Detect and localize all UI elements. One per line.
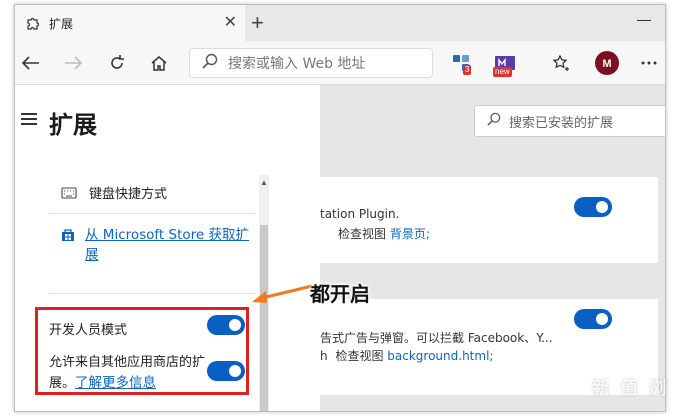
toolbar: 搜索或输入 Web 地址 3 new M <box>15 41 665 85</box>
more-icon[interactable] <box>639 53 659 73</box>
highlight-box <box>35 307 249 395</box>
search-icon <box>202 53 218 74</box>
extension-icon[interactable]: 3 <box>451 53 472 75</box>
extension-toggle[interactable] <box>574 197 612 217</box>
extensions-main: 搜索已安装的扩展 tation Plugin. 检查视图 背景页; 告式广告与弹… <box>320 85 665 411</box>
search-icon <box>487 112 501 131</box>
divider <box>49 293 255 294</box>
svg-text:M: M <box>602 58 611 70</box>
extension-description: 告式广告与弹窗。可以拦截 Facebook、Y... <box>320 331 553 345</box>
new-tab-button[interactable]: + <box>251 12 264 34</box>
favorites-icon[interactable] <box>551 53 571 73</box>
inspect-label: 检查视图 <box>338 227 387 241</box>
back-arrow-icon[interactable] <box>21 53 41 73</box>
tab-strip: 扩展 ✕ + <box>15 5 665 41</box>
annotation-label: 都开启 <box>310 282 370 306</box>
avatar[interactable]: M <box>595 51 619 75</box>
address-bar[interactable]: 搜索或输入 Web 地址 <box>189 48 433 78</box>
background-html-link[interactable]: background.html; <box>387 349 493 363</box>
sidebar-item-microsoft-store[interactable]: 从 Microsoft Store 获取扩展 <box>61 225 251 265</box>
monitor-extension-icon[interactable]: new <box>493 53 517 77</box>
hamburger-menu-icon[interactable] <box>21 113 37 125</box>
puzzle-icon <box>25 15 41 31</box>
extension-card: tation Plugin. 检查视图 背景页; <box>320 177 658 263</box>
minimize-button[interactable] <box>637 7 651 21</box>
inspect-views: 检查视图 背景页; <box>338 225 430 242</box>
inspect-label: 检查视图 <box>335 349 384 363</box>
new-badge: new <box>493 67 512 77</box>
inspect-views: h 检查视图 background.html; <box>320 347 493 364</box>
extension-toggle[interactable] <box>574 309 612 329</box>
divider <box>49 213 255 214</box>
extension-badge: 3 <box>463 65 472 75</box>
sidebar-item-label: 键盘快捷方式 <box>89 187 168 202</box>
scroll-up-arrow-icon[interactable]: ▲ <box>260 178 268 187</box>
watermark: 新 值 浏 <box>592 378 669 399</box>
detail-prefix: h <box>320 349 328 363</box>
background-page-link[interactable]: 背景页; <box>390 227 430 241</box>
search-extensions-placeholder: 搜索已安装的扩展 <box>509 115 614 131</box>
annotation-arrow-icon <box>252 284 313 303</box>
search-extensions-input[interactable]: 搜索已安装的扩展 <box>474 105 665 137</box>
sidebar-item-keyboard-shortcuts[interactable]: 键盘快捷方式 <box>61 183 167 202</box>
store-bag-icon <box>61 228 75 242</box>
microsoft-store-link[interactable]: 从 Microsoft Store 获取扩展 <box>85 225 251 265</box>
tab-title: 扩展 <box>49 16 74 31</box>
close-icon[interactable]: ✕ <box>224 15 237 31</box>
sidebar-title: 扩展 <box>49 111 97 139</box>
address-placeholder: 搜索或输入 Web 地址 <box>228 56 366 72</box>
browser-window: 扩展 ✕ + 搜索或输入 Web 地址 3 new M 搜索已安装的扩展 tat… <box>14 4 666 412</box>
home-icon[interactable] <box>149 53 169 73</box>
scrollbar-thumb[interactable] <box>260 225 268 411</box>
forward-arrow-icon[interactable] <box>63 53 83 73</box>
extensions-sidebar: 扩展 ▲ 键盘快捷方式 从 Microsoft Store 获取扩展 开发人员模… <box>15 85 320 411</box>
refresh-icon[interactable] <box>107 53 127 73</box>
extension-description: tation Plugin. <box>320 207 400 221</box>
keyboard-icon <box>61 186 77 199</box>
tab-extensions[interactable]: 扩展 ✕ <box>15 5 245 41</box>
